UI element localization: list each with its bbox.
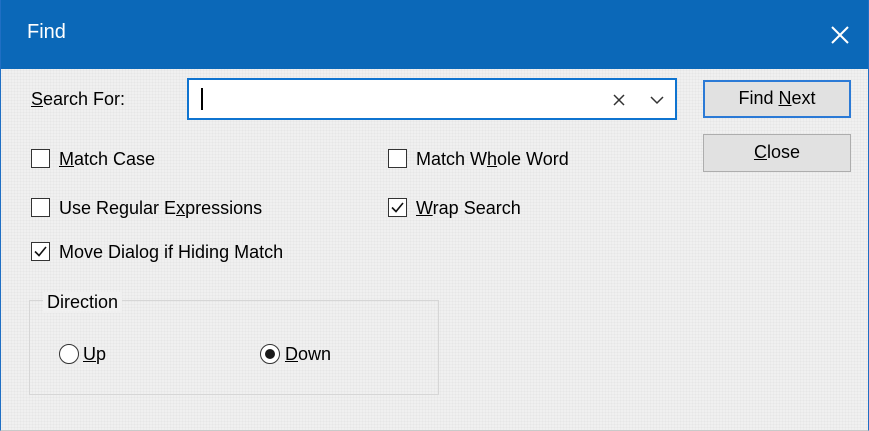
wrap-search-label[interactable]: Wrap Search bbox=[416, 197, 521, 219]
direction-up-radio[interactable] bbox=[59, 344, 79, 364]
chevron-down-icon[interactable] bbox=[647, 90, 667, 110]
search-input[interactable] bbox=[187, 78, 677, 120]
find-dialog: Find Search For: Find Next Close Match C… bbox=[0, 0, 869, 431]
checkmark-icon bbox=[391, 202, 404, 213]
text-caret bbox=[201, 88, 203, 110]
dialog-title: Find bbox=[27, 21, 66, 43]
search-for-label: Search For: bbox=[31, 89, 126, 109]
match-whole-word-label[interactable]: Match Whole Word bbox=[416, 148, 569, 170]
use-regex-label[interactable]: Use Regular Expressions bbox=[59, 197, 262, 219]
direction-down-label[interactable]: Down bbox=[285, 343, 331, 365]
find-next-button[interactable]: Find Next bbox=[703, 80, 851, 118]
direction-up-label[interactable]: Up bbox=[83, 343, 106, 365]
checkmark-icon bbox=[34, 246, 47, 257]
move-dialog-label[interactable]: Move Dialog if Hiding Match bbox=[59, 241, 283, 263]
match-case-checkbox[interactable] bbox=[31, 149, 50, 168]
clear-icon[interactable] bbox=[609, 90, 629, 110]
close-icon[interactable] bbox=[825, 20, 855, 50]
radio-selected-dot bbox=[265, 349, 275, 359]
match-case-label[interactable]: Match Case bbox=[59, 148, 155, 170]
use-regex-checkbox[interactable] bbox=[31, 198, 50, 217]
match-whole-word-checkbox[interactable] bbox=[388, 149, 407, 168]
move-dialog-checkbox[interactable] bbox=[31, 242, 50, 261]
title-bar[interactable]: Find bbox=[1, 0, 868, 69]
direction-down-radio[interactable] bbox=[260, 344, 280, 364]
wrap-search-checkbox[interactable] bbox=[388, 198, 407, 217]
direction-label: Direction bbox=[43, 292, 123, 313]
close-button[interactable]: Close bbox=[703, 134, 851, 172]
